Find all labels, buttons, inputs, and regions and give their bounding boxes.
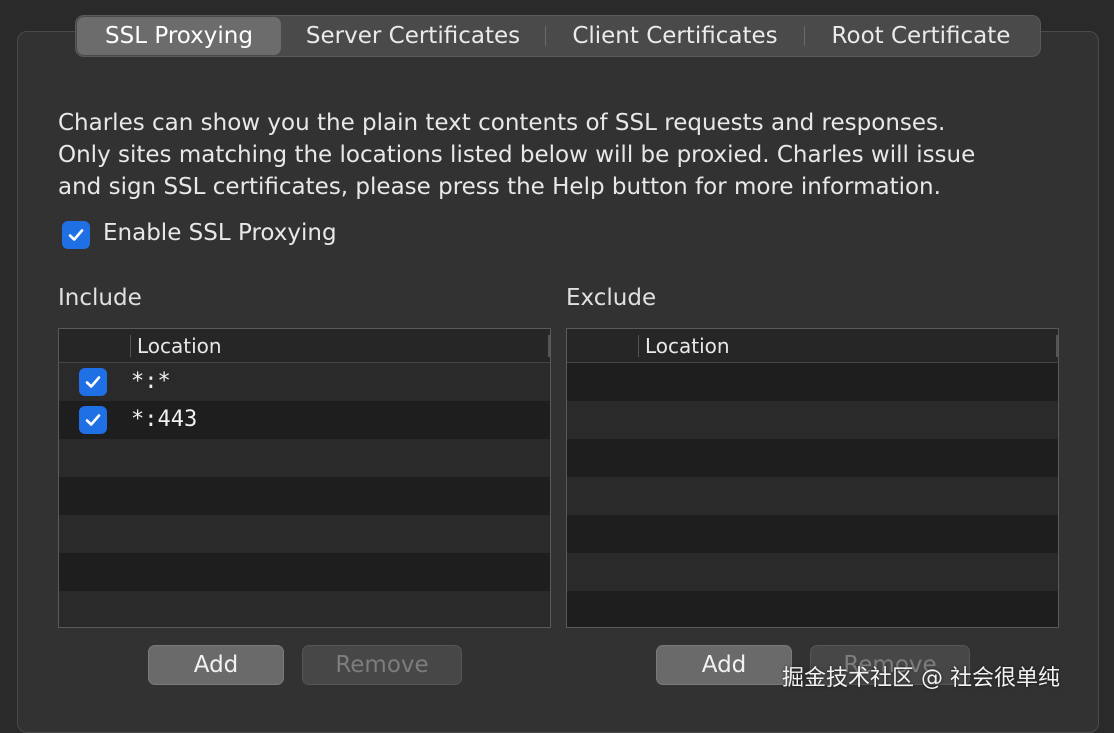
enable-ssl-label[interactable]: Enable SSL Proxying [103, 220, 337, 246]
column-divider [638, 335, 639, 357]
tab-bar: SSL Proxying Server Certificates Client … [75, 15, 1041, 57]
description-line-2: Only sites matching the locations listed… [58, 142, 976, 168]
empty-row [59, 591, 550, 627]
include-add-button[interactable]: Add [148, 645, 284, 685]
empty-row [567, 363, 1058, 401]
empty-row [59, 553, 550, 591]
include-table[interactable]: Location *:* *:443 [58, 328, 551, 628]
empty-row [567, 515, 1058, 553]
exclude-table-header: Location [567, 329, 1058, 363]
enable-ssl-checkbox[interactable] [62, 221, 90, 249]
row-checkbox[interactable] [79, 368, 107, 396]
tab-server-certificates[interactable]: Server Certificates [281, 17, 545, 55]
location-cell: *:443 [131, 407, 198, 432]
checkmark-icon [68, 229, 84, 241]
empty-row [59, 477, 550, 515]
column-divider [548, 335, 550, 357]
description-line-1: Charles can show you the plain text cont… [58, 110, 946, 136]
tab-client-certificates[interactable]: Client Certificates [546, 17, 804, 55]
description-line-3: and sign SSL certificates, please press … [58, 174, 941, 200]
table-row[interactable]: *:* [59, 363, 550, 401]
empty-row [567, 591, 1058, 627]
location-cell: *:* [131, 369, 171, 394]
exclude-table[interactable]: Location [566, 328, 1059, 628]
empty-row [567, 401, 1058, 439]
description: Charles can show you the plain text cont… [58, 107, 1078, 203]
empty-row [59, 515, 550, 553]
row-checkbox[interactable] [79, 406, 107, 434]
empty-row [567, 439, 1058, 477]
exclude-title: Exclude [566, 285, 657, 311]
tab-ssl-proxying[interactable]: SSL Proxying [77, 17, 281, 55]
empty-row [567, 553, 1058, 591]
exclude-location-header[interactable]: Location [645, 334, 730, 358]
exclude-add-button[interactable]: Add [656, 645, 792, 685]
column-divider [130, 335, 131, 357]
column-divider [1056, 335, 1058, 357]
empty-row [567, 477, 1058, 515]
include-remove-button[interactable]: Remove [302, 645, 462, 685]
include-title: Include [58, 285, 142, 311]
checkmark-icon [85, 376, 101, 388]
tab-root-certificate[interactable]: Root Certificate [805, 17, 1037, 55]
table-row[interactable]: *:443 [59, 401, 550, 439]
include-location-header[interactable]: Location [137, 334, 222, 358]
include-table-header: Location [59, 329, 550, 363]
watermark: 掘金技术社区 @ 社会很单纯 [782, 666, 1060, 691]
checkmark-icon [85, 414, 101, 426]
empty-row [59, 439, 550, 477]
